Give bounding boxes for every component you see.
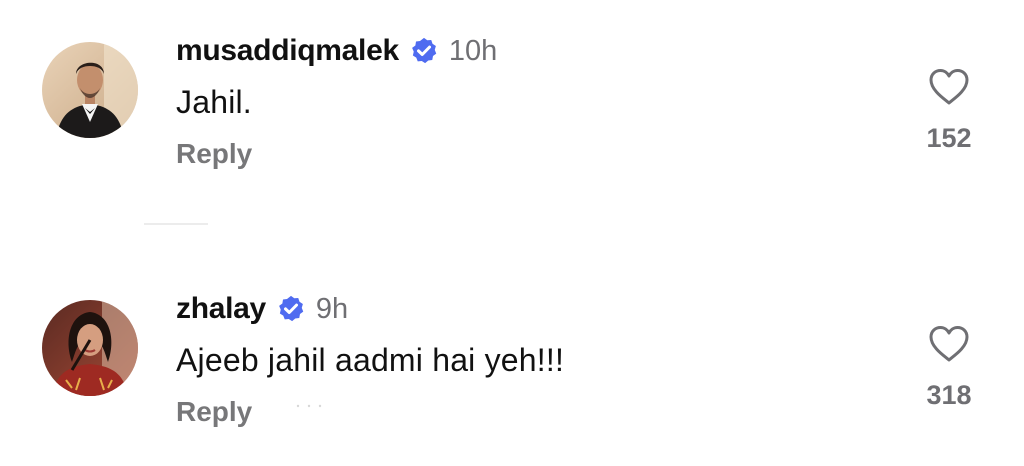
comment-item: musaddiqmalek 10h Jahil. Reply 152 [0, 0, 1024, 210]
like-count: 318 [926, 380, 972, 410]
verified-badge-icon [409, 36, 439, 66]
comment-item: zhalay 9h Ajeeb jahil aadmi hai yeh!!! R… [0, 260, 1024, 466]
avatar[interactable] [42, 42, 138, 138]
username[interactable]: zhalay [176, 292, 266, 326]
comment-text: Jahil. [176, 84, 252, 120]
reply-button[interactable]: Reply [176, 138, 252, 170]
avatar[interactable] [42, 300, 138, 396]
scroll-artifact [296, 404, 322, 408]
verified-badge-icon [276, 294, 306, 324]
comment-header: musaddiqmalek 10h [176, 34, 497, 68]
timestamp: 9h [315, 292, 349, 325]
like-button[interactable]: 318 [919, 324, 979, 411]
divider [144, 223, 208, 225]
like-button[interactable]: 152 [919, 67, 979, 154]
timestamp: 10h [448, 34, 498, 67]
heart-outline-icon [919, 67, 979, 107]
reply-button[interactable]: Reply [176, 396, 252, 428]
like-count: 152 [926, 123, 972, 153]
heart-outline-icon [919, 324, 979, 364]
comment-header: zhalay 9h [176, 292, 348, 326]
username[interactable]: musaddiqmalek [176, 34, 399, 68]
comment-text: Ajeeb jahil aadmi hai yeh!!! [176, 342, 565, 378]
